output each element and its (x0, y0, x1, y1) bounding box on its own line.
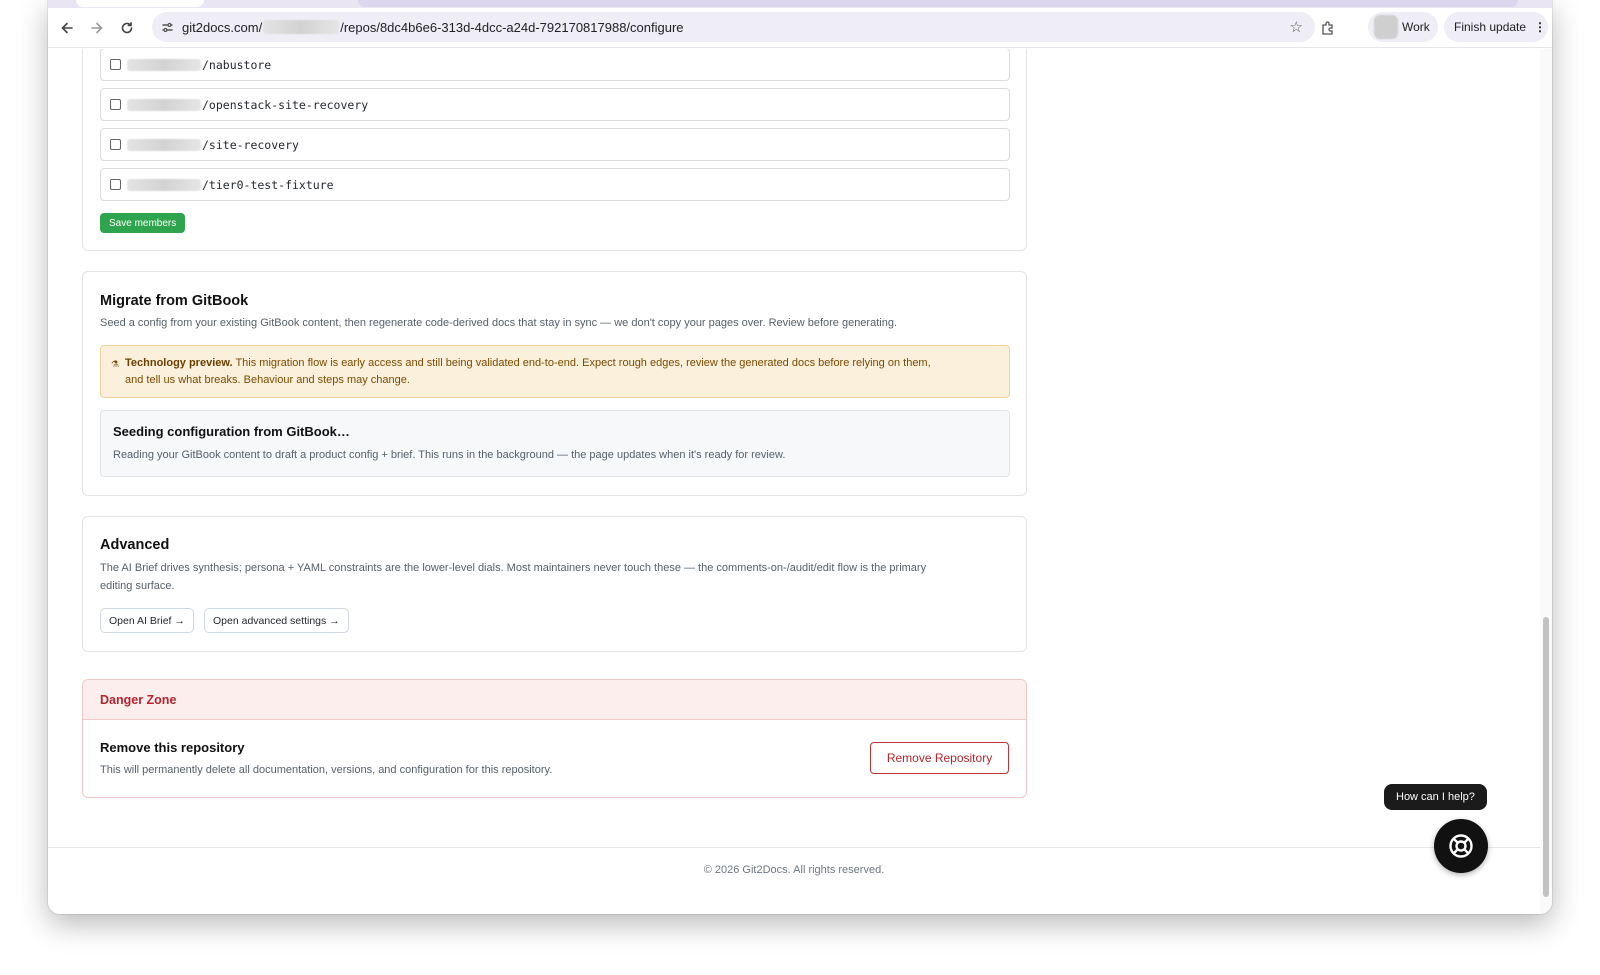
redacted-owner (127, 138, 201, 151)
url-path: /repos/8dc4b6e6-313d-4dcc-a24d-792170817… (340, 19, 684, 35)
profile-chip[interactable]: Work (1368, 12, 1438, 42)
member-row[interactable]: /tier0-test-fixture (100, 168, 1010, 201)
seeding-text: Reading your GitBook content to draft a … (113, 449, 786, 461)
bookmark-star-icon[interactable]: ☆ (1290, 18, 1303, 36)
seeding-status: Seeding configuration from GitBook… Read… (100, 410, 1010, 477)
redacted-owner (263, 20, 340, 34)
advanced-description: The AI Brief drives synthesis; persona +… (100, 559, 926, 595)
migrate-card: Migrate from GitBook Seed a config from … (82, 271, 1027, 496)
finish-update-button[interactable]: Finish update ⋮ (1444, 12, 1548, 42)
advanced-description-line1: The AI Brief drives synthesis; persona +… (100, 562, 927, 574)
member-row[interactable]: /nabustore (100, 49, 1010, 81)
seeding-title: Seeding configuration from GitBook… (113, 424, 350, 439)
advanced-card: Advanced The AI Brief drives synthesis; … (82, 516, 1027, 652)
page-content: /nabustore /openstack-site-recovery /sit… (48, 49, 1540, 914)
footer-divider (48, 847, 1540, 848)
browser-toolbar: git2docs.com/ /repos/8dc4b6e6-313d-4dcc-… (48, 8, 1552, 48)
site-settings-icon[interactable] (152, 21, 182, 34)
remove-repo-description: This will permanently delete all documen… (100, 764, 553, 776)
remove-repository-button[interactable]: Remove Repository (870, 742, 1009, 774)
danger-zone-header: Danger Zone (83, 680, 1026, 720)
migrate-title: Migrate from GitBook (100, 293, 249, 309)
url-domain: git2docs.com/ (182, 19, 263, 35)
member-row[interactable]: /openstack-site-recovery (100, 88, 1010, 121)
members-card: /nabustore /openstack-site-recovery /sit… (82, 49, 1027, 251)
preview-warning: ⚗ Technology preview. This migration flo… (100, 345, 1010, 398)
open-advanced-settings-button[interactable]: Open advanced settings → (204, 608, 349, 633)
advanced-description-line2: editing surface. (100, 580, 175, 592)
member-checkbox[interactable] (110, 59, 121, 70)
scrollbar-thumb[interactable] (1543, 617, 1549, 897)
migrate-description: Seed a config from your existing GitBook… (100, 317, 897, 329)
more-vert-icon[interactable]: ⋮ (1534, 20, 1546, 34)
preview-text: This migration flow is early access and … (235, 357, 931, 369)
open-ai-brief-button[interactable]: Open AI Brief → (100, 608, 194, 633)
member-checkbox[interactable] (110, 139, 121, 150)
member-checkbox[interactable] (110, 179, 121, 190)
extensions-icon[interactable] (1320, 20, 1338, 38)
back-icon[interactable] (52, 13, 82, 43)
tab-strip (48, 0, 1552, 8)
active-tab[interactable] (76, 0, 204, 7)
reload-icon[interactable] (112, 13, 142, 43)
advanced-title: Advanced (100, 537, 170, 553)
profile-label: Work (1402, 20, 1430, 34)
help-button[interactable] (1434, 819, 1488, 873)
avatar (1374, 15, 1398, 39)
browser-window: git2docs.com/ /repos/8dc4b6e6-313d-4dcc-… (48, 0, 1552, 914)
address-bar[interactable]: git2docs.com/ /repos/8dc4b6e6-313d-4dcc-… (152, 12, 1315, 42)
save-members-button[interactable]: Save members (100, 213, 186, 233)
lifebuoy-icon (1449, 834, 1473, 858)
forward-icon[interactable] (82, 13, 112, 43)
remove-repo-title: Remove this repository (100, 740, 245, 755)
redacted-owner (127, 98, 201, 111)
member-row[interactable]: /site-recovery (100, 128, 1010, 161)
member-name: /site-recovery (202, 137, 299, 152)
footer-copyright: © 2026 Git2Docs. All rights reserved. (703, 864, 885, 876)
member-name: /tier0-test-fixture (202, 177, 334, 192)
preview-bold: Technology preview. (125, 357, 233, 369)
page-scrollbar[interactable] (1540, 49, 1552, 914)
tab-group[interactable] (358, 0, 1518, 7)
finish-update-label: Finish update (1454, 20, 1527, 34)
member-checkbox[interactable] (110, 99, 121, 110)
member-name: /nabustore (202, 57, 272, 72)
preview-text-2: and tell us what breaks. Behaviour and s… (125, 374, 410, 386)
help-tooltip: How can I help? (1384, 784, 1487, 810)
flask-icon: ⚗ (111, 359, 120, 369)
redacted-owner (127, 178, 201, 191)
member-name: /openstack-site-recovery (202, 97, 369, 112)
url-text: git2docs.com/ /repos/8dc4b6e6-313d-4dcc-… (182, 20, 684, 35)
redacted-owner (127, 58, 201, 71)
danger-zone-card: Danger Zone Remove this repository This … (82, 679, 1027, 798)
